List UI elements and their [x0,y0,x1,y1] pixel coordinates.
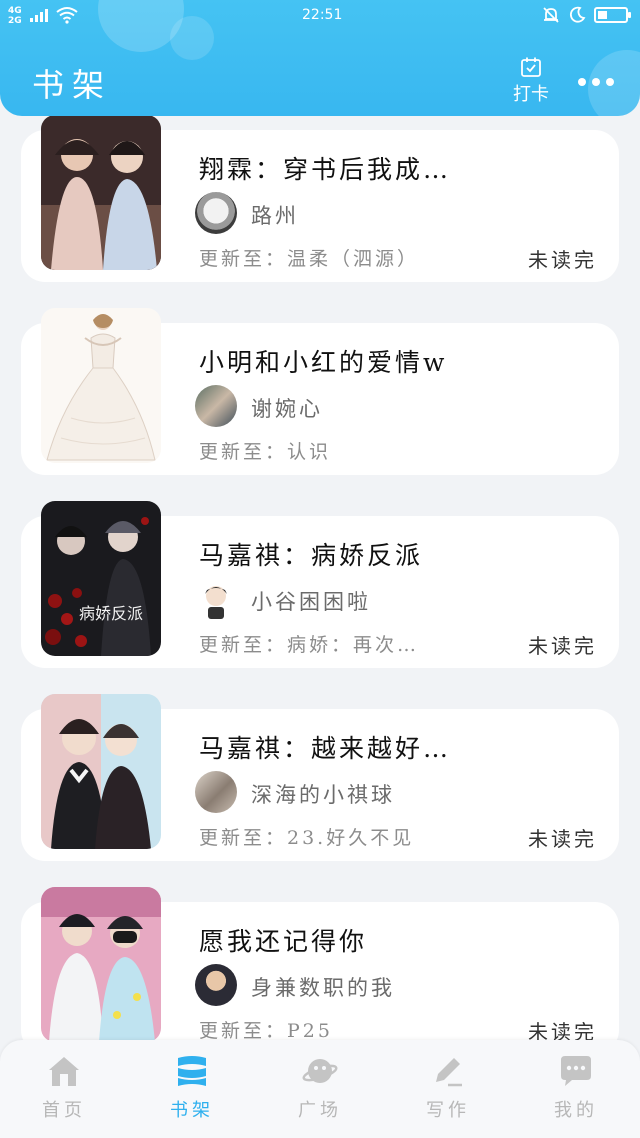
read-status: 未读完 [528,634,597,658]
read-status: 未读完 [528,248,597,272]
nav-square[interactable]: 广场 [256,1040,384,1138]
nav-home-label: 首页 [42,1100,86,1121]
chat-bubble-icon [561,1056,591,1086]
moon-icon [569,6,586,23]
latest-chapter: 更新至：认识 [199,441,332,463]
signal-icon [30,8,48,22]
checkin-label: 打卡 [513,84,549,105]
dot-icon [606,78,614,86]
author-name: 谢婉心 [251,397,323,421]
book-cover[interactable] [41,308,161,463]
app-header: 4G 2G 22:51 书架 打卡 [0,0,640,116]
planet-icon [302,1059,338,1083]
author-name: 小谷困困啦 [251,590,371,614]
author-name: 路州 [251,204,299,228]
author-avatar [195,385,237,427]
bookshelf-icon [178,1056,206,1086]
book-cover[interactable] [41,887,161,1042]
author-avatar [195,192,237,234]
status-bar: 4G 2G 22:51 [0,0,640,34]
battery-icon [594,7,631,23]
author-avatar [195,578,237,620]
book-title: 愿我还记得你 [199,927,368,956]
page-title: 书架 [32,66,113,104]
clock: 22:51 [302,7,343,23]
author-avatar [195,964,237,1006]
battery-level [598,11,607,19]
dot-icon [578,78,586,86]
wifi-icon [56,7,78,24]
author-avatar [195,771,237,813]
book-cover[interactable] [41,115,161,270]
bell-muted-icon [543,7,559,23]
book-title: 翔霖：穿书后我成… [199,155,452,184]
book-title: 小明和小红的爱情w [199,348,448,377]
book-cover[interactable]: 病娇反派 [41,501,161,656]
nav-home[interactable]: 首页 [0,1040,128,1138]
nav-square-label: 广场 [298,1100,342,1121]
nav-write-label: 写作 [426,1100,470,1121]
book-title: 马嘉祺：病娇反派 [199,541,424,570]
latest-chapter: 更新至：病娇：再次… [199,634,420,656]
network-indicator: 4G 2G [8,6,22,26]
more-options-button[interactable] [578,78,614,86]
nav-bookshelf-label: 书架 [170,1100,214,1121]
author-name: 身兼数职的我 [251,976,395,1000]
nav-me[interactable]: 我的 [512,1040,640,1138]
latest-chapter: 更新至：P25 [199,1020,333,1042]
dot-icon [592,78,600,86]
checkin-button[interactable]: 打卡 [508,56,554,106]
calendar-check-icon [521,57,541,77]
nav-me-label: 我的 [554,1100,598,1121]
read-status: 未读完 [528,827,597,851]
pen-icon [436,1058,462,1087]
latest-chapter: 更新至：温柔（泗源） [199,248,420,270]
book-cover[interactable] [41,694,161,849]
latest-chapter: 更新至：23.好久不见 [199,827,415,849]
author-name: 深海的小祺球 [251,783,395,807]
bookshelf-list: 翔霖：穿书后我成… 路州 更新至：温柔（泗源） 未读完 小明和小红的爱情w 谢婉… [0,0,640,1138]
bottom-nav: 首页 书架 广场 写作 我的 [0,1040,640,1138]
cover-text: 病娇反派 [79,604,143,623]
nav-bookshelf[interactable]: 书架 [128,1040,256,1138]
home-icon [49,1057,79,1086]
nav-write[interactable]: 写作 [384,1040,512,1138]
book-title: 马嘉祺：越来越好… [199,734,452,763]
author-avatar-image [205,586,227,619]
